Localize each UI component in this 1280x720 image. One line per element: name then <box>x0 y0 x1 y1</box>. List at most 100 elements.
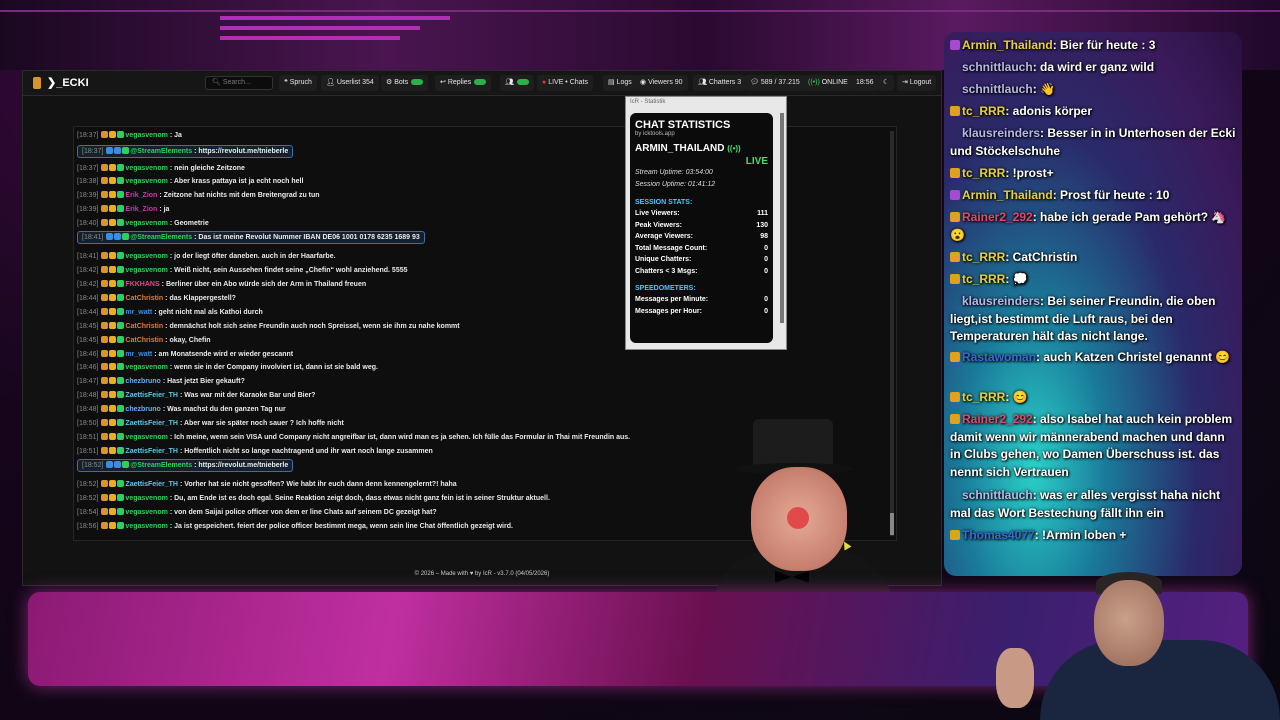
stream-chat-username: tc_RRR <box>962 166 1006 180</box>
nav-logs[interactable]: ▤ Logs <box>603 75 637 91</box>
user-badge-icon <box>950 490 960 500</box>
vip-badge-icon <box>101 377 109 384</box>
file-icon: ▤ <box>608 79 617 86</box>
nav-label: Logout <box>909 79 932 86</box>
message-timestamp: [18:52] <box>77 481 99 488</box>
coin-badge-icon <box>109 419 117 426</box>
message-username[interactable]: ZaettisFeier_TH <box>125 392 178 399</box>
stream-chat-overlay: Armin_Thailand: Bier für heute : 3 schnit… <box>944 32 1242 576</box>
session-stats-title: SESSION STATS: <box>635 199 693 206</box>
search-input[interactable]: 🔍︎ Search... <box>205 76 273 90</box>
chat-message: [18:41] vegasvenom: jo der liegt öfter da… <box>77 252 336 260</box>
message-username[interactable]: ZaettisFeier_TH <box>125 448 178 455</box>
coin-badge-icon <box>109 205 117 212</box>
message-username[interactable]: FKKHANS <box>125 281 159 288</box>
nav-userlist[interactable]: 👤︎ Userlist 354 <box>321 75 379 91</box>
message-username[interactable]: vegasvenom <box>125 364 167 371</box>
stat-label: Average Viewers: <box>635 233 693 240</box>
message-username[interactable]: CatChristin <box>125 323 163 330</box>
chat-message: [18:51] ZaettisFeier_TH: Hoffentlich nich… <box>77 447 433 455</box>
message-username[interactable]: Erik_Zion <box>125 206 157 213</box>
theme-toggle[interactable]: ☾ <box>878 75 895 91</box>
nav-online[interactable]: ((•)) ONLINE <box>803 75 853 91</box>
message-username[interactable]: CatChristin <box>125 337 163 344</box>
user-badge-icon <box>950 84 960 94</box>
message-username[interactable]: chezbruno <box>125 406 160 413</box>
stats-scrollbar[interactable] <box>780 113 784 323</box>
message-username[interactable]: Erik_Zion <box>125 192 157 199</box>
stream-chat-message: tc_RRR: !prost+ <box>950 165 1236 183</box>
nav-viewers[interactable]: ◉ Viewers 90 <box>635 75 688 91</box>
subscriber-badge-icon <box>117 377 125 384</box>
subscriber-badge-icon <box>117 177 125 184</box>
vip-badge-icon <box>101 350 109 357</box>
nav-spruch[interactable]: ❝ Spruch <box>279 75 317 91</box>
message-username[interactable]: vegasvenom <box>125 220 167 227</box>
stream-chat-username: Rastawoman <box>962 350 1037 364</box>
stream-chat-text: : !Armin loben + <box>1034 528 1127 542</box>
vip-badge-icon <box>101 205 109 212</box>
stream-chat-message: schnittlauch: was er alles vergisst haha… <box>950 487 1236 522</box>
stream-chat-message: schnittlauch: da wird er ganz wild <box>950 59 1236 77</box>
message-username[interactable]: CatChristin <box>125 295 163 302</box>
message-username[interactable]: vegasvenom <box>125 253 167 260</box>
vip-badge-icon <box>101 419 109 426</box>
message-username[interactable]: vegasvenom <box>125 495 167 502</box>
message-username[interactable]: vegasvenom <box>125 434 167 441</box>
user-icon: 👤︎ <box>326 79 337 86</box>
subscriber-badge-icon <box>117 308 125 315</box>
message-text: Geometrie <box>174 220 209 227</box>
stat-value: 0 <box>764 296 768 303</box>
message-username[interactable]: ZaettisFeier_TH <box>125 481 178 488</box>
nav-chatters[interactable]: 👥︎ Chatters 3 <box>693 75 747 91</box>
message-username[interactable]: vegasvenom <box>125 132 167 139</box>
message-username[interactable]: mr_watt <box>125 351 152 358</box>
brand-logo[interactable]: ❯_ECKI <box>33 76 89 90</box>
message-text: https://revolut.me/tnieberle <box>198 462 289 469</box>
coin-badge-icon <box>109 433 117 440</box>
vip-badge-icon <box>101 191 109 198</box>
chat-scrollbar[interactable] <box>890 131 894 536</box>
message-username[interactable]: chezbruno <box>125 378 160 385</box>
message-username[interactable]: @StreamElements <box>130 148 192 155</box>
nav-logout[interactable]: ⇥ Logout <box>897 75 937 91</box>
message-username[interactable]: vegasvenom <box>125 509 167 516</box>
nav-replies[interactable]: ↩ Replies <box>435 75 492 91</box>
nav-time: 18:56 <box>851 75 879 91</box>
session-uptime: Session Uptime: 01:41:12 <box>635 181 716 188</box>
message-username[interactable]: @StreamElements <box>130 234 192 241</box>
decorative-stripe <box>220 16 450 20</box>
nav-messages[interactable]: 💬︎ 589 / 37.215 <box>745 75 805 91</box>
stream-chat-username: tc_RRR <box>962 390 1006 404</box>
brand-name: ECKI <box>62 77 89 89</box>
message-timestamp: [18:54] <box>77 509 99 516</box>
bots-toggle[interactable] <box>411 79 424 86</box>
stat-value: 0 <box>764 307 768 315</box>
vip-badge-icon <box>101 164 109 171</box>
users-toggle[interactable] <box>516 79 529 86</box>
replies-toggle[interactable] <box>474 79 487 86</box>
message-username[interactable]: vegasvenom <box>125 523 167 530</box>
message-username[interactable]: mr_watt <box>125 309 152 316</box>
message-username[interactable]: @StreamElements <box>130 462 192 469</box>
message-timestamp: [18:38] <box>77 178 99 185</box>
message-username[interactable]: vegasvenom <box>125 267 167 274</box>
message-timestamp: [18:42] <box>77 267 99 274</box>
stat-row: Peak Viewers: 130 <box>635 220 768 232</box>
message-text: Ja <box>174 132 182 139</box>
chat-scroll-thumb[interactable] <box>890 513 894 535</box>
message-username[interactable]: vegasvenom <box>125 165 167 172</box>
stat-row: Live Viewers: 111 <box>635 208 768 220</box>
nav-bots[interactable]: ⚙ Bots <box>381 75 429 91</box>
message-username[interactable]: ZaettisFeier_TH <box>125 420 178 427</box>
user-badge-icon <box>950 40 960 50</box>
stats-popup-window: IcR - Statistik CHAT STATISTICS by ickto… <box>625 96 787 350</box>
stat-row: Total Message Count: 0 <box>635 243 768 255</box>
nav-live-chats[interactable]: ● LIVE • Chats <box>537 75 593 91</box>
nav-users-toggle[interactable]: 👥︎ <box>500 75 534 91</box>
top-navbar: ❯_ECKI 🔍︎ Search... ❝ Spruch 👤︎ Userlist… <box>23 71 941 96</box>
message-text: https://revolut.me/tnieberle <box>198 148 289 155</box>
message-username[interactable]: vegasvenom <box>125 178 167 185</box>
stream-chat-username: tc_RRR <box>962 272 1006 286</box>
stream-chat-username: Armin_Thailand <box>962 38 1053 52</box>
